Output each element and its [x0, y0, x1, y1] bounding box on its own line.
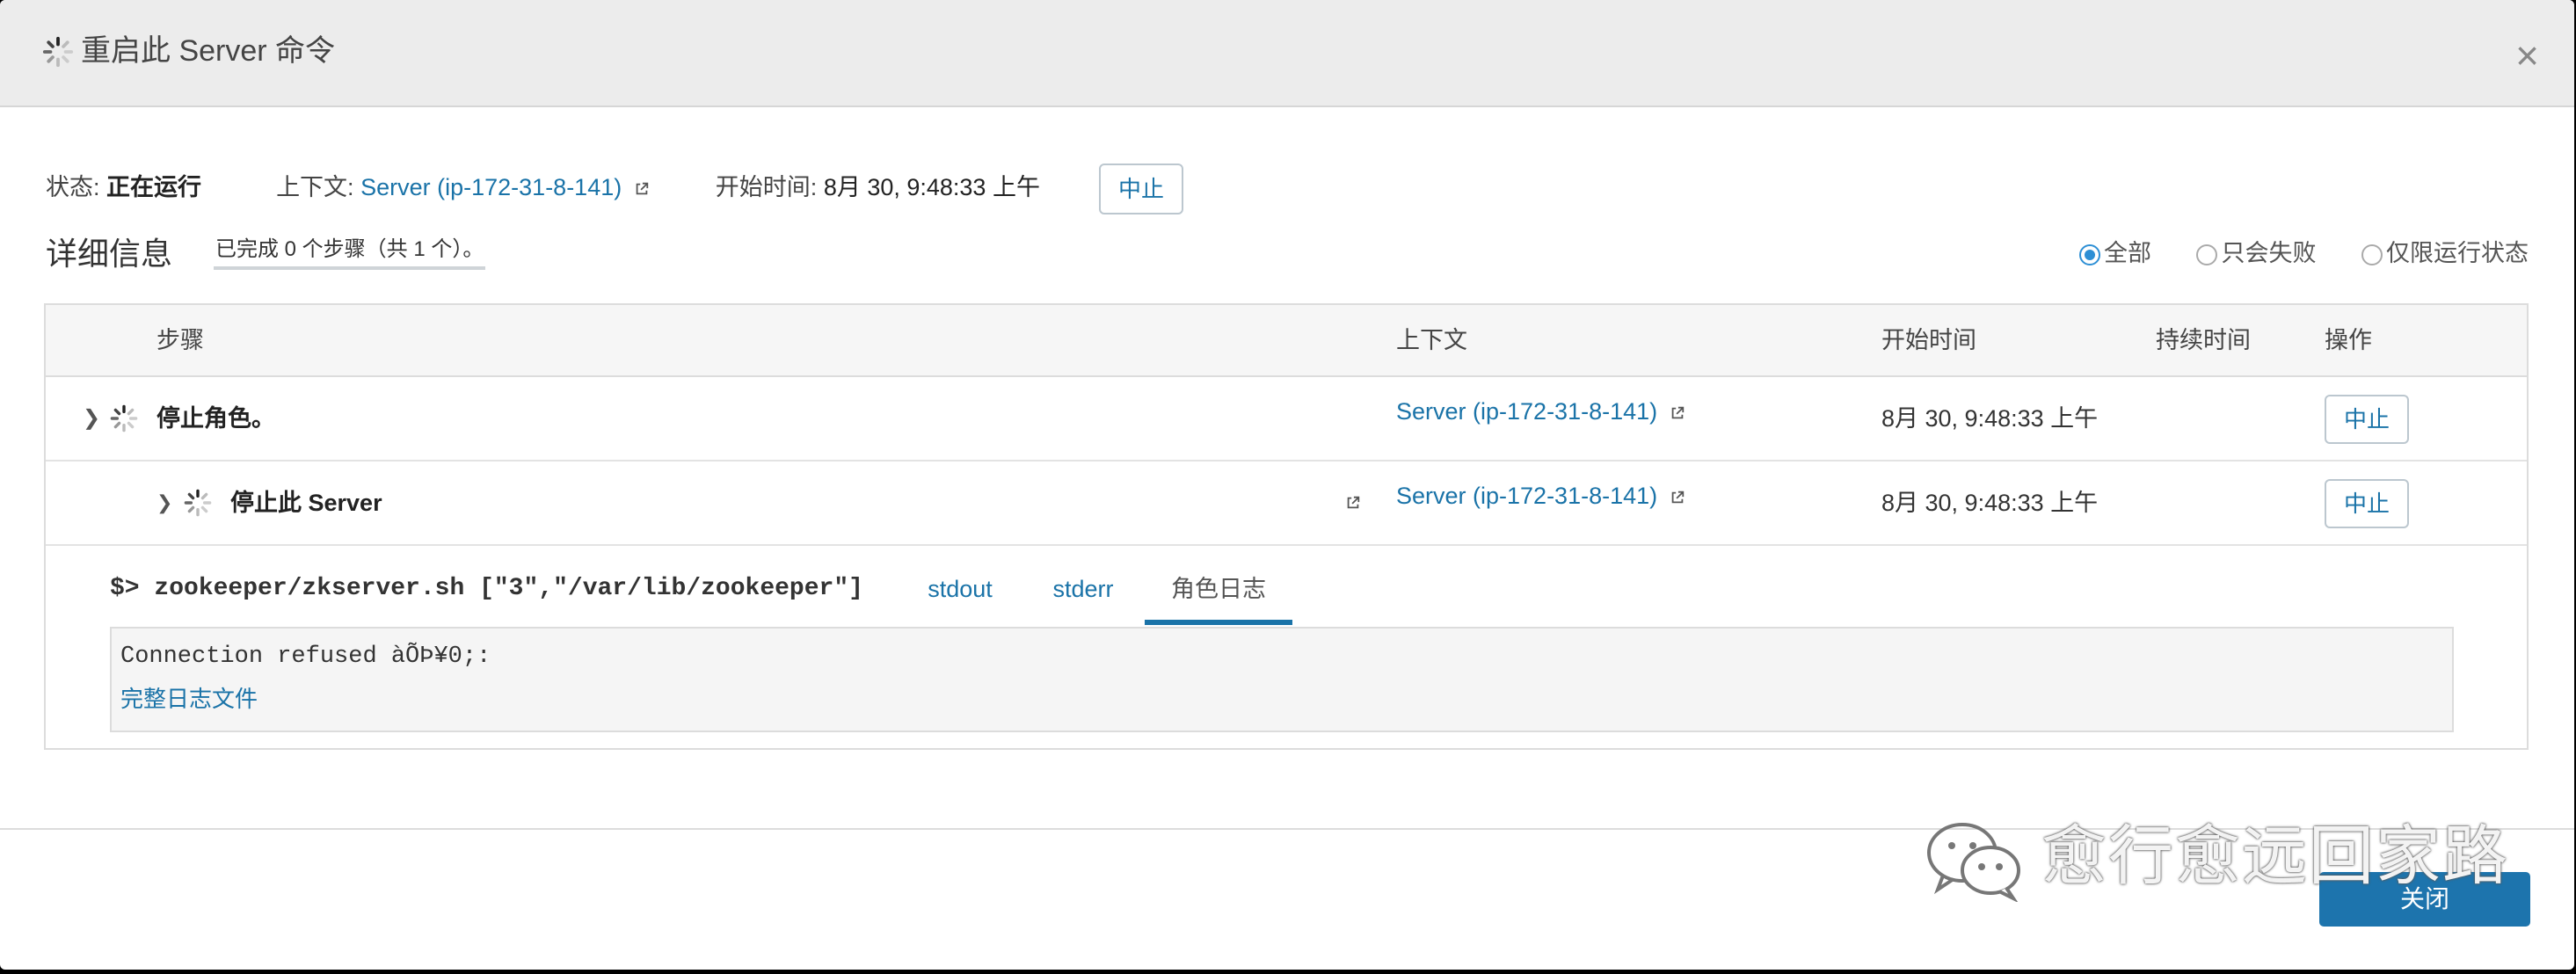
chevron-down-icon[interactable]: ❯: [83, 377, 100, 460]
filter-failed-only-radio[interactable]: 只会失败: [2196, 236, 2316, 271]
step-filter-group: 全部 只会失败 仅限运行状态: [2041, 236, 2529, 271]
context-link[interactable]: Server (ip-172-31-8-141): [360, 174, 622, 200]
filter-failed-only-label: 只会失败: [2221, 240, 2317, 266]
status-value: 正在运行: [106, 174, 202, 200]
external-link-icon[interactable]: [1670, 405, 1685, 421]
chevron-right-icon[interactable]: ❯: [156, 462, 172, 544]
command-summary: 状态: 正在运行 上下文: Server (ip-172-31-8-141) 开…: [46, 165, 1040, 209]
tab-stderr[interactable]: stderr: [1039, 560, 1127, 625]
status-label: 状态:: [46, 174, 100, 200]
column-header-duration: 持续时间: [2156, 327, 2251, 353]
watermark-text: 愈行愈远回家路: [2041, 818, 2509, 894]
external-link-icon[interactable]: [634, 181, 650, 197]
steps-progress: 已完成 0 个步骤（共 1 个）。: [214, 233, 486, 270]
step-name: 停止角色。: [156, 405, 275, 432]
context-label: 上下文:: [276, 174, 354, 200]
step-context-link[interactable]: Server (ip-172-31-8-141): [1396, 483, 1657, 509]
step-start-time: 8月 30, 9:48:33 上午: [1881, 490, 2099, 516]
abort-step-button[interactable]: 中止: [2325, 479, 2409, 528]
column-header-action: 操作: [2325, 327, 2372, 353]
column-header-context: 上下文: [1396, 327, 1467, 353]
loading-spinner-icon: [184, 489, 212, 517]
start-time-value: 8月 30, 9:48:33 上午: [823, 174, 1040, 200]
step-start-time: 8月 30, 9:48:33 上午: [1881, 405, 2099, 432]
step-context: Server (ip-172-31-8-141): [1396, 454, 1685, 537]
filter-all-radio[interactable]: 全部: [2078, 236, 2151, 271]
abort-step-button[interactable]: 中止: [2325, 395, 2409, 444]
dialog-title: 重启此 Server 命令: [81, 34, 336, 68]
radio-unselected-icon: [2361, 244, 2383, 265]
loading-spinner-icon: [110, 404, 138, 432]
log-line: Connection refused àÕÞ¥0;:: [120, 643, 491, 670]
step-context-link[interactable]: Server (ip-172-31-8-141): [1396, 398, 1657, 425]
external-link-icon[interactable]: [1345, 495, 1361, 511]
close-icon[interactable]: ×: [2515, 33, 2539, 77]
column-header-step: 步骤: [156, 327, 204, 353]
wechat-logo-icon: [1927, 823, 2020, 902]
abort-command-button[interactable]: 中止: [1099, 164, 1183, 214]
filter-all-label: 全部: [2103, 240, 2151, 266]
tab-role-log[interactable]: 角色日志: [1145, 560, 1292, 625]
step-context: Server (ip-172-31-8-141): [1396, 370, 1685, 453]
loading-spinner-icon: [42, 36, 74, 68]
log-output: Connection refused àÕÞ¥0;: 完整日志文件: [110, 627, 2454, 732]
dialog-header: 重启此 Server 命令 ×: [0, 0, 2574, 107]
radio-unselected-icon: [2196, 244, 2218, 265]
table-row: ❯ 停止角色。 Server (ip-172-31-8-141) 8月 30, …: [46, 377, 2527, 462]
tab-stdout[interactable]: stdout: [914, 560, 1006, 625]
details-title: 详细信息: [46, 236, 173, 272]
step-name: 停止此 Server: [230, 490, 382, 516]
command-line: $> zookeeper/zkserver.sh ["3","/var/lib/…: [110, 575, 863, 602]
table-header: 步骤 上下文 开始时间 持续时间 操作: [46, 305, 2527, 377]
start-time-label: 开始时间:: [715, 174, 818, 200]
radio-selected-icon: [2078, 244, 2100, 265]
table-row: ❯ 停止此 Server Server (ip-172-31-8-141) 8月…: [46, 462, 2527, 546]
external-link-icon[interactable]: [1670, 490, 1685, 505]
filter-running-only-radio[interactable]: 仅限运行状态: [2361, 236, 2529, 271]
column-header-start: 开始时间: [1881, 327, 1976, 353]
filter-running-only-label: 仅限运行状态: [2386, 240, 2529, 266]
restart-server-dialog: 重启此 Server 命令 × 状态: 正在运行 上下文: Server (ip…: [0, 0, 2574, 970]
full-log-link[interactable]: 完整日志文件: [120, 681, 258, 716]
